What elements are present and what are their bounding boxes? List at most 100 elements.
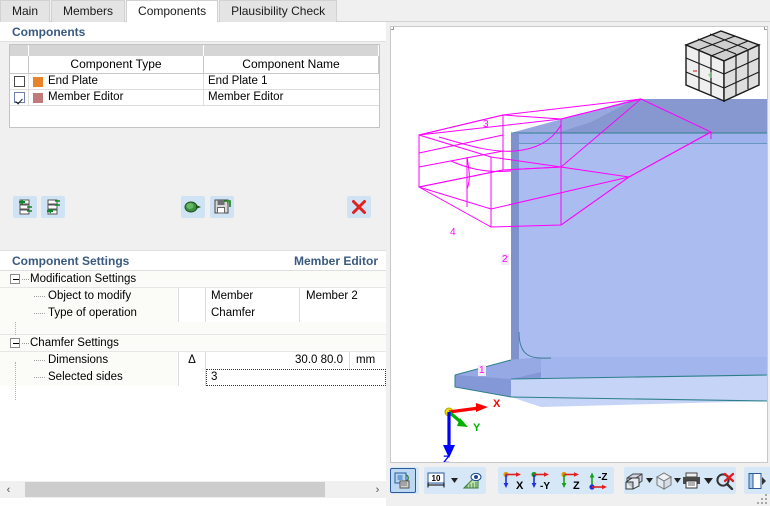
view-in-x-button[interactable]: X xyxy=(498,468,527,493)
edit-component-button[interactable] xyxy=(181,196,205,218)
view-in-negative-z-button[interactable]: -Z xyxy=(585,468,614,493)
row-component-name-cell[interactable]: Member Editor xyxy=(204,90,379,105)
print-caret[interactable] xyxy=(703,468,715,493)
svg-text:10: 10 xyxy=(432,474,441,483)
svg-text:X: X xyxy=(516,480,524,491)
insert-component-before-button[interactable] xyxy=(13,196,37,218)
row-component-type-cell[interactable]: End Plate xyxy=(29,74,204,89)
column-header-check[interactable] xyxy=(10,56,29,73)
node-label-1: 1 xyxy=(478,365,486,376)
measure-distance-icon: 10 xyxy=(427,472,445,487)
view-in-negative-y-button[interactable]: -Y xyxy=(527,468,556,493)
chevron-down-icon xyxy=(645,478,653,483)
column-header-component-type[interactable]: Component Type xyxy=(29,56,204,73)
component-settings-subtitle: Member Editor xyxy=(293,254,378,268)
tab-main[interactable]: Main xyxy=(0,0,51,22)
3d-viewport[interactable]: X Y Z 3 4 2 1 xyxy=(390,26,768,463)
insert-component-after-button[interactable] xyxy=(41,196,65,218)
col-strip-name xyxy=(204,45,379,56)
tab-members[interactable]: Members xyxy=(51,0,126,22)
wireframe-cube-button[interactable] xyxy=(653,468,674,493)
row-component-type-label: End Plate xyxy=(48,75,98,87)
dimensions-unit: mm xyxy=(350,352,386,369)
toolbar-group-selection xyxy=(390,467,419,494)
component-settings-title: Component Settings xyxy=(12,254,130,268)
print-icon xyxy=(683,472,701,488)
rendering-mode-button[interactable] xyxy=(624,468,645,493)
rendering-mode-caret[interactable] xyxy=(645,468,653,493)
setting-symbol-delta: Δ xyxy=(178,352,206,369)
selection-mode-icon xyxy=(394,472,410,488)
row-checkbox-cell[interactable] xyxy=(10,90,29,105)
view-in-z-icon: Z xyxy=(560,471,580,491)
collapse-icon[interactable] xyxy=(10,338,20,348)
3d-model-scene xyxy=(418,30,767,458)
components-table-header: Component Type Component Name xyxy=(10,56,379,74)
settings-group-label: Modification Settings xyxy=(30,273,137,285)
visibility-ruler-button[interactable] xyxy=(459,468,485,493)
settings-group-modification-settings[interactable]: Modification Settings xyxy=(0,271,386,288)
view-in-negative-z-icon: -Z xyxy=(588,472,607,490)
save-component-button[interactable] xyxy=(210,196,234,218)
component-settings-header: Component Settings Member Editor xyxy=(0,251,386,271)
measure-distance-button[interactable]: 10 xyxy=(424,468,450,493)
row-component-type-cell[interactable]: Member Editor xyxy=(29,90,204,105)
delete-component-icon xyxy=(352,200,366,214)
row-component-name-cell[interactable]: End Plate 1 xyxy=(204,74,379,89)
setting-value-secondary[interactable] xyxy=(300,305,386,322)
panel-toggle-button[interactable] xyxy=(744,468,770,493)
selected-sides-input[interactable]: 3 xyxy=(206,369,386,386)
left-panel-hscrollbar[interactable]: ‹ › xyxy=(0,481,386,498)
checkbox-checked-icon[interactable] xyxy=(13,92,25,103)
zoom-reset-button[interactable] xyxy=(715,468,736,493)
scroll-right-arrow-icon[interactable]: › xyxy=(369,481,386,498)
scroll-thumb[interactable] xyxy=(25,482,325,497)
rendering-mode-icon xyxy=(625,473,643,489)
color-swatch-icon xyxy=(33,76,43,87)
setting-value-secondary[interactable]: Member 2 xyxy=(300,288,386,305)
row-checkbox-cell[interactable] xyxy=(10,74,29,89)
setting-row-type-of-operation[interactable]: Type of operation Chamfer xyxy=(0,305,386,322)
svg-text:-Y: -Y xyxy=(540,481,550,491)
setting-label: Object to modify xyxy=(0,288,178,305)
view-in-z-button[interactable]: Z xyxy=(556,468,585,493)
toolbar-group-panel xyxy=(744,467,770,494)
scroll-left-arrow-icon[interactable]: ‹ xyxy=(0,481,17,498)
dimensions-value-field[interactable]: 30.0 80.0 xyxy=(206,352,350,369)
svg-text:-Z: -Z xyxy=(598,472,607,483)
tree-dash xyxy=(34,296,45,297)
components-table[interactable]: Component Type Component Name End Plate … xyxy=(9,44,380,128)
settings-group-chamfer-settings[interactable]: Chamfer Settings xyxy=(0,335,386,352)
beam-web-front-face xyxy=(511,144,767,367)
panel-toggle-icon xyxy=(748,472,766,489)
setting-row-object-to-modify[interactable]: Object to modify Member Member 2 xyxy=(0,288,386,305)
measure-dropdown-caret[interactable] xyxy=(450,468,459,493)
window-resize-grip[interactable] xyxy=(756,493,768,505)
setting-label-text: Type of operation xyxy=(48,307,137,319)
color-swatch-icon xyxy=(33,92,43,103)
checkbox-unchecked-icon[interactable] xyxy=(13,76,25,87)
setting-row-selected-sides[interactable]: Selected sides 3 xyxy=(0,369,386,386)
setting-row-dimensions[interactable]: Dimensions Δ 30.0 80.0 mm xyxy=(0,352,386,369)
left-panel: Components Component Type Component Name xyxy=(0,22,386,506)
tab-plausibility-check[interactable]: Plausibility Check xyxy=(219,0,338,22)
zoom-reset-icon xyxy=(716,472,735,490)
setting-symbol xyxy=(178,369,206,386)
setting-value-primary[interactable]: Member xyxy=(206,288,300,305)
print-button[interactable] xyxy=(682,468,703,493)
delete-component-button[interactable] xyxy=(347,196,371,218)
setting-value-primary[interactable]: Chamfer xyxy=(206,305,300,322)
scroll-track[interactable] xyxy=(17,481,369,498)
setting-label-text: Selected sides xyxy=(48,371,123,383)
table-row[interactable]: End Plate End Plate 1 xyxy=(10,74,379,90)
wireframe-cube-caret[interactable] xyxy=(674,468,682,493)
chevron-down-icon xyxy=(674,478,682,483)
column-header-component-name[interactable]: Component Name xyxy=(204,56,379,73)
collapse-icon[interactable] xyxy=(10,274,20,284)
tab-components[interactable]: Components xyxy=(126,0,219,23)
setting-symbol xyxy=(178,305,206,322)
svg-text:Z: Z xyxy=(573,480,580,491)
table-row[interactable]: Member Editor Member Editor xyxy=(10,90,379,106)
edit-component-icon xyxy=(184,201,201,213)
selection-mode-button[interactable] xyxy=(390,468,416,493)
